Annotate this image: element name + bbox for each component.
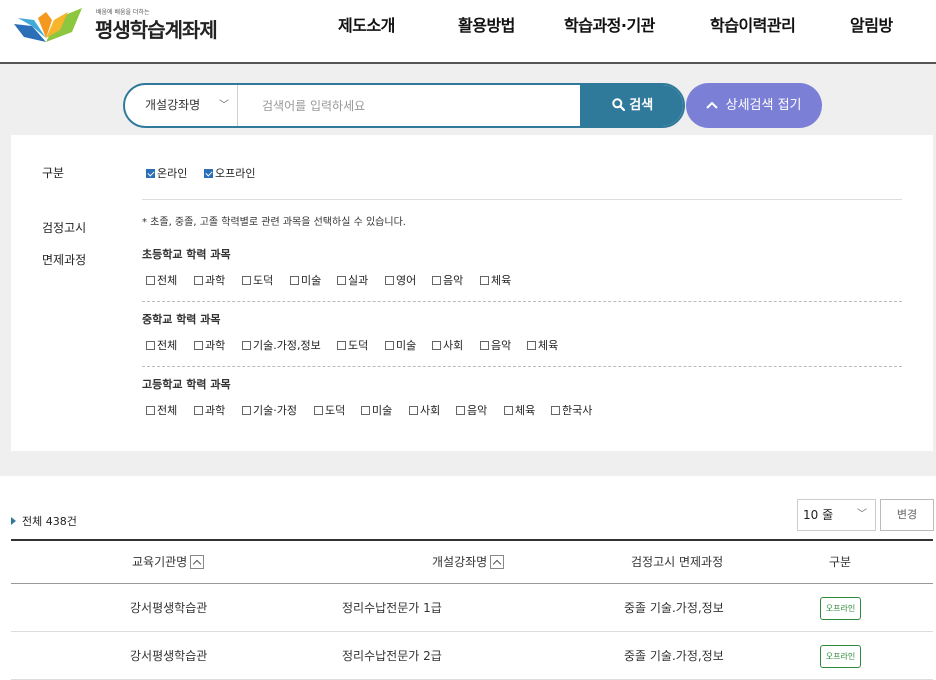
- search-input[interactable]: [238, 85, 580, 126]
- checkbox-elementary-science[interactable]: 과학: [194, 272, 225, 288]
- page-size-value: 10 줄: [803, 508, 834, 522]
- cell-exemption: 중졸 기술.가정,정보: [624, 649, 724, 663]
- triangle-right-icon: [11, 517, 16, 525]
- checkbox-middle-science[interactable]: 과학: [194, 337, 225, 353]
- checkbox-middle-music[interactable]: 음악: [480, 337, 511, 353]
- checkbox-checked-icon: [146, 169, 155, 178]
- group-title-high: 고등학교 학력 과목: [142, 378, 231, 391]
- nav-item-courses-institutions[interactable]: 학습과정·기관: [564, 12, 655, 36]
- logo-title: 평생학습계좌제: [95, 18, 218, 42]
- checkbox-elementary-practical[interactable]: 실과: [337, 272, 368, 288]
- chevron-down-icon: ﹀: [857, 509, 867, 520]
- checkbox-online[interactable]: 온라인: [146, 165, 187, 181]
- search-button-label: 검색: [629, 98, 654, 113]
- cell-institution: 강서평생학습관: [130, 649, 208, 663]
- checkbox-middle-art[interactable]: 미술: [385, 337, 416, 353]
- result-total-label: 전체 438건: [22, 515, 77, 528]
- checkbox-high-science[interactable]: 과학: [194, 402, 225, 418]
- nav-item-notices[interactable]: 알림방: [850, 12, 893, 36]
- checkbox-elementary-ethics[interactable]: 도덕: [242, 272, 273, 288]
- filter-note: * 초졸, 중졸, 고졸 학력별로 관련 과목을 선택하실 수 있습니다.: [142, 217, 406, 228]
- book-logo-icon: [14, 8, 82, 42]
- checkbox-middle-tech-home-info[interactable]: 기술.가정,정보: [242, 337, 321, 353]
- result-total: 전체 438건: [11, 513, 77, 529]
- checkbox-elementary-art[interactable]: 미술: [290, 272, 321, 288]
- status-badge: 오프라인: [820, 645, 861, 668]
- checkbox-high-all[interactable]: 전체: [146, 402, 177, 418]
- checkbox-offline[interactable]: 오프라인: [204, 165, 255, 181]
- checkbox-elementary-all[interactable]: 전체: [146, 272, 177, 288]
- search-type-value: 개설강좌명: [145, 98, 201, 112]
- divider: [142, 199, 902, 200]
- column-header-exemption: 검정고시 면제과정: [631, 555, 724, 569]
- table-row[interactable]: 강서평생학습관 정리수납전문가 1급 중졸 기술.가정,정보 오프라인: [11, 584, 933, 632]
- chevron-up-icon: [706, 101, 719, 109]
- nav-item-system-intro[interactable]: 제도소개: [338, 12, 395, 36]
- checkbox-high-korean-history[interactable]: 한국사: [551, 402, 592, 418]
- detail-search-toggle-button[interactable]: 상세검색 접기: [686, 83, 822, 128]
- sort-asc-icon[interactable]: [190, 555, 205, 569]
- detail-filter-panel: 구분 온라인 오프라인 검정고시 면제과정 * 초졸, 중졸, 고졸 학력별로 …: [11, 135, 933, 451]
- checkbox-elementary-music[interactable]: 음악: [432, 272, 463, 288]
- exam-exemption-label-line1: 검정고시: [42, 221, 87, 235]
- cell-exemption: 중졸 기술.가정,정보: [624, 601, 724, 615]
- site-header: 배움에 배움을 더하는 평생학습계좌제 제도소개 활용방법 학습과정·기관 학습…: [0, 0, 936, 64]
- checkbox-high-pe[interactable]: 체육: [504, 402, 535, 418]
- checkbox-checked-icon: [204, 169, 213, 178]
- nav-item-usage[interactable]: 활용방법: [458, 12, 515, 36]
- search-bar: 개설강좌명 ﹀ 검색: [123, 83, 685, 128]
- cell-institution: 강서평생학습관: [130, 601, 208, 615]
- column-header-course[interactable]: 개설강좌명: [432, 541, 505, 584]
- status-badge: 오프라인: [820, 597, 861, 620]
- cell-course[interactable]: 정리수납전문가 2급: [342, 632, 442, 680]
- checkbox-middle-pe[interactable]: 체육: [527, 337, 558, 353]
- column-header-type: 구분: [829, 555, 852, 569]
- table-row[interactable]: 강서평생학습관 정리수납전문가 2급 중졸 기술.가정,정보 오프라인: [11, 632, 933, 680]
- checkbox-elementary-english[interactable]: 영어: [385, 272, 416, 288]
- checkbox-high-social[interactable]: 사회: [409, 402, 440, 418]
- cell-course[interactable]: 정리수납전문가 1급: [342, 584, 442, 632]
- nav-item-learning-history[interactable]: 학습이력관리: [710, 12, 796, 36]
- category-label: 구분: [42, 166, 65, 180]
- detail-search-toggle-label: 상세검색 접기: [725, 98, 802, 113]
- change-page-size-button[interactable]: 변경: [880, 499, 934, 531]
- group-title-middle: 중학교 학력 과목: [142, 313, 221, 326]
- dashed-divider: [142, 366, 902, 367]
- search-button[interactable]: 검색: [580, 85, 683, 126]
- page-size-select[interactable]: 10 줄 ﹀: [797, 499, 876, 531]
- checkbox-high-music[interactable]: 음악: [456, 402, 487, 418]
- checkbox-middle-ethics[interactable]: 도덕: [337, 337, 368, 353]
- checkbox-high-art[interactable]: 미술: [361, 402, 392, 418]
- dashed-divider: [142, 301, 902, 302]
- group-title-elementary: 초등학교 학력 과목: [142, 248, 231, 261]
- checkbox-high-tech-home[interactable]: 기술·가정: [242, 402, 297, 418]
- chevron-down-icon: ﹀: [219, 100, 229, 111]
- search-type-select[interactable]: 개설강좌명 ﹀: [125, 85, 238, 126]
- checkbox-high-ethics[interactable]: 도덕: [314, 402, 345, 418]
- checkbox-elementary-pe[interactable]: 체육: [480, 272, 511, 288]
- checkbox-middle-social[interactable]: 사회: [432, 337, 463, 353]
- sort-asc-icon[interactable]: [490, 555, 505, 569]
- site-logo[interactable]: 배움에 배움을 더하는 평생학습계좌제: [12, 4, 242, 48]
- column-header-institution[interactable]: 교육기관명: [132, 541, 205, 584]
- search-icon: [612, 98, 625, 112]
- checkbox-middle-all[interactable]: 전체: [146, 337, 177, 353]
- exam-exemption-label-line2: 면제과정: [42, 253, 87, 267]
- table-header: 교육기관명 개설강좌명 검정고시 면제과정 구분: [11, 539, 933, 584]
